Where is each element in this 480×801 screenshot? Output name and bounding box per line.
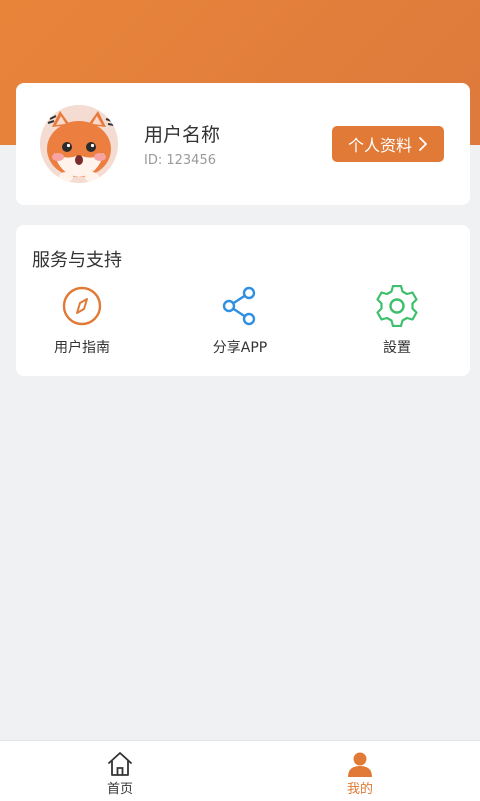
profile-button[interactable]: 个人资料 bbox=[332, 126, 444, 162]
tab-home[interactable]: 首页 bbox=[0, 741, 240, 801]
chevron-right-icon bbox=[419, 137, 427, 151]
service-title: 服务与支持 bbox=[32, 250, 122, 271]
service-item-share-app[interactable]: 分享APP bbox=[180, 285, 300, 361]
service-item-settings[interactable]: 設置 bbox=[337, 285, 457, 361]
username: 用户名称 bbox=[144, 124, 221, 146]
share-icon bbox=[222, 286, 256, 326]
service-card: 服务与支持 用户指南 分享APP 設置 bbox=[16, 225, 470, 376]
profile-button-label: 个人资料 bbox=[347, 136, 412, 155]
service-item-user-guide[interactable]: 用户指南 bbox=[22, 285, 142, 361]
home-icon bbox=[108, 752, 132, 776]
compass-icon bbox=[62, 286, 102, 326]
fox-avatar-icon[interactable] bbox=[40, 105, 118, 183]
tab-mine[interactable]: 我的 bbox=[240, 741, 480, 801]
user-id: ID: 123456 bbox=[144, 153, 216, 168]
profile-card: 用户名称 ID: 123456 个人资料 bbox=[16, 83, 470, 205]
tab-label: 首页 bbox=[106, 782, 133, 797]
service-item-label: 用户指南 bbox=[54, 340, 110, 356]
tab-label: 我的 bbox=[346, 782, 373, 797]
service-item-label: 設置 bbox=[383, 340, 411, 356]
user-icon bbox=[348, 752, 372, 777]
service-item-label: 分享APP bbox=[212, 340, 268, 356]
gear-icon bbox=[376, 285, 418, 327]
bottom-nav: 首页 我的 bbox=[0, 740, 480, 801]
